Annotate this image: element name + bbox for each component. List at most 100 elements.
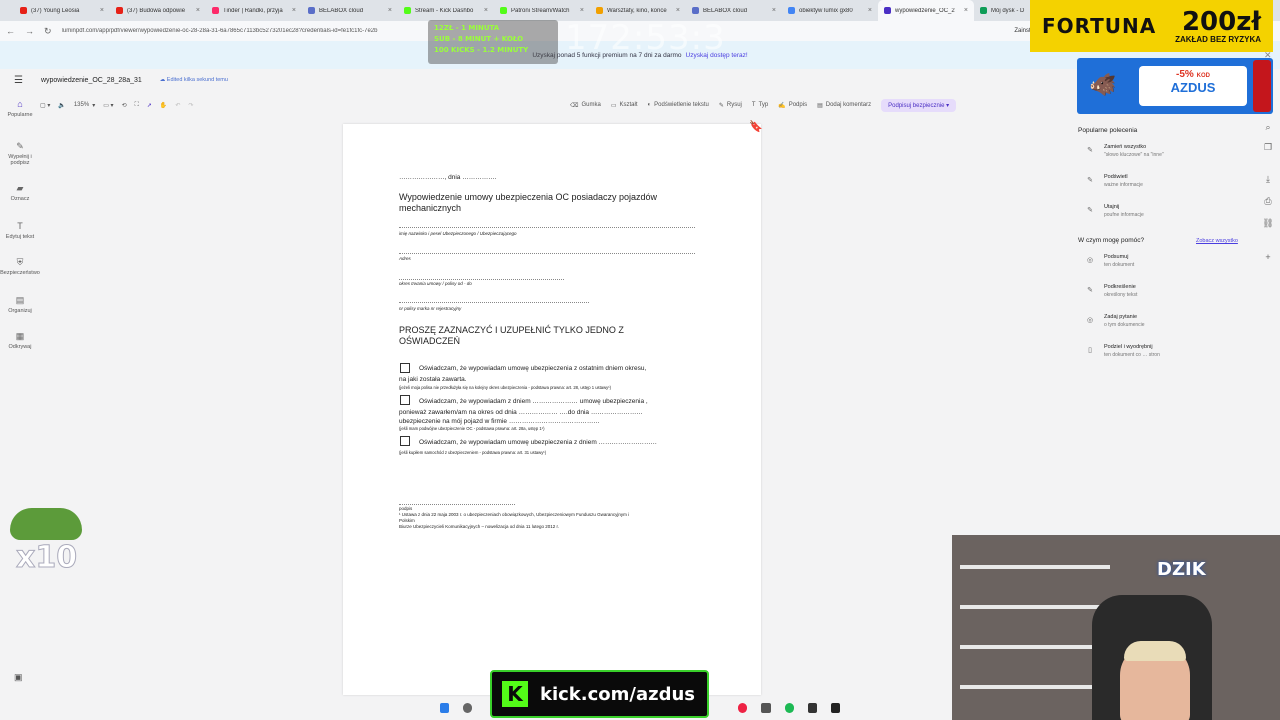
browser-tab[interactable]: BELABOX cloud × xyxy=(302,0,398,21)
sidebar-item[interactable]: ⌂ Popularne xyxy=(0,99,40,118)
option-1-checkbox[interactable] xyxy=(400,363,410,373)
thumbnail-icon[interactable]: ▢ ▾ xyxy=(40,102,50,109)
zoom-select[interactable]: 135% ▾ xyxy=(74,102,95,109)
download-icon[interactable]: ⤓ xyxy=(1262,174,1274,186)
close-icon[interactable]: ✕ xyxy=(1264,50,1272,61)
option-2-text: Oświadczam, że wypowiadam z dniem ………………… xyxy=(419,398,648,405)
search-icon[interactable]: ⌕ xyxy=(1262,122,1274,134)
tab-title: Stream - Kick Dashbo xyxy=(415,7,474,14)
sidebar-item[interactable]: ✎ Wypełnij i podpisz xyxy=(0,141,40,166)
tab-close-icon[interactable]: × xyxy=(484,7,488,14)
back-icon[interactable]: ← xyxy=(6,26,15,36)
undo-icon[interactable]: ↶ xyxy=(175,102,180,109)
footnote-line3: Biurze Ubezpieczycieli Komunikacyjnych –… xyxy=(399,524,560,529)
app-icon[interactable] xyxy=(738,703,748,713)
sidebar-item[interactable]: ⛨ Bezpieczeństwo xyxy=(0,257,40,276)
panel-toggle-icon[interactable]: ▣ xyxy=(14,672,23,683)
browser-tab[interactable]: wypowiedzenie_OC_2 × xyxy=(878,0,974,21)
tab-close-icon[interactable]: × xyxy=(100,7,104,14)
page-icon[interactable]: ▭ ▾ xyxy=(103,102,113,109)
command-card[interactable]: ✎ Zamień wszystko "słowo kluczowe" na "inn… xyxy=(1078,138,1246,164)
tool-5[interactable]: ✍ Podpis xyxy=(778,102,807,109)
command-card[interactable]: ✎ Podkreślenie określony tekst xyxy=(1078,278,1246,304)
tool-label: Gumka xyxy=(581,102,601,108)
tab-close-icon[interactable]: × xyxy=(196,7,200,14)
menu-icon[interactable]: ☰ xyxy=(14,75,23,86)
command-card[interactable]: ▯ Podziel i wyodrębnij ten dokument co … s… xyxy=(1078,338,1246,364)
sidebar-item-label: Odkrywaj xyxy=(8,344,32,350)
app-icon[interactable] xyxy=(830,703,841,713)
tool-0[interactable]: ⌫ Gumka xyxy=(570,102,601,109)
add-icon[interactable]: + xyxy=(1262,252,1274,264)
reload-icon[interactable]: ↻ xyxy=(44,26,52,37)
print-icon[interactable]: ⎙ xyxy=(1262,196,1274,208)
command-title: Zamień wszystko xyxy=(1104,144,1147,150)
signature-line xyxy=(399,504,515,505)
browser-tab[interactable]: Tinder | Randki, przyja × xyxy=(206,0,302,21)
field-label-period: okres trwania umowy / polisy od - do xyxy=(399,281,472,286)
marker-icon: ▰ xyxy=(16,183,24,193)
signature-label: podpis xyxy=(399,506,413,511)
sidebar-item[interactable]: ▦ Odkrywaj xyxy=(0,331,40,350)
bookmark-icon[interactable]: 🔖 xyxy=(749,120,763,133)
tool-1[interactable]: ▭ Kształt xyxy=(611,102,638,109)
sidebar-item-label: Edytuj tekst xyxy=(5,234,35,240)
option-3-checkbox[interactable] xyxy=(400,436,410,446)
command-title: Podświetl xyxy=(1104,174,1128,180)
tool-2[interactable]: ◐ Podświetlenie tekstu xyxy=(648,102,709,108)
tab-close-icon[interactable]: × xyxy=(388,7,392,14)
forward-icon[interactable]: → xyxy=(25,26,34,36)
tab-close-icon[interactable]: × xyxy=(580,7,584,14)
select-tool-icon[interactable]: ➚ xyxy=(147,102,152,109)
redo-icon[interactable]: ↷ xyxy=(188,102,193,109)
browser-tab[interactable]: (37) Young Leosia × xyxy=(14,0,110,21)
browser-tab[interactable]: (37) Budowa odpowie × xyxy=(110,0,206,21)
command-card[interactable]: ✎ Podświetl ważne informacje xyxy=(1078,168,1246,194)
fit-icon[interactable]: ⛶ xyxy=(135,102,139,109)
section-heading-line1: PROSZĘ ZAZNACZYĆ I UZUPEŁNIĆ TYLKO JEDNO… xyxy=(399,325,624,335)
command-card[interactable]: ◎ Podsumuj ten dokument xyxy=(1078,248,1246,274)
tool-icon: ✍ xyxy=(778,102,786,109)
date-line: …………………, dnia ……………. xyxy=(399,174,497,181)
sign-securely-button[interactable]: Podpisuj bezpiecznie ▾ xyxy=(881,98,957,112)
stream-timer: 172:53:3 xyxy=(565,18,726,58)
tool-4[interactable]: T Typ xyxy=(752,102,768,108)
option-2-checkbox[interactable] xyxy=(400,395,410,405)
tool-3[interactable]: ✎ Rysuj xyxy=(719,102,742,109)
sidebar-item[interactable]: ▤ Organizuj xyxy=(0,295,40,314)
spotify-icon[interactable] xyxy=(784,703,794,713)
start-icon[interactable] xyxy=(440,703,450,713)
terminal-icon[interactable] xyxy=(807,703,817,713)
command-icon: ✎ xyxy=(1087,287,1093,294)
tool-6[interactable]: ▤ Dodaj komentarz xyxy=(817,102,871,109)
sidebar-item[interactable]: T Edytuj tekst xyxy=(0,221,40,240)
grid-icon: ▦ xyxy=(15,331,25,341)
option-2-note: (jeśli mam podwójne ubezpieczenie OC - p… xyxy=(399,426,545,431)
link-icon[interactable]: ⛓ xyxy=(1262,218,1274,230)
audio-icon[interactable]: 🔈 xyxy=(58,102,65,109)
hand-tool-icon[interactable]: ✋ xyxy=(160,102,167,109)
command-card[interactable]: ◎ Zadaj pytanie o tym dokumencie xyxy=(1078,308,1246,334)
see-all-link[interactable]: Zobacz wszystko xyxy=(1196,238,1238,244)
command-title: Podziel i wyodrębnij xyxy=(1104,344,1153,350)
command-card[interactable]: ✎ Utajnij poufne informacje xyxy=(1078,198,1246,224)
pen-icon: ✎ xyxy=(16,141,24,151)
browser-tab[interactable]: Stream - Kick Dashbo × xyxy=(398,0,494,21)
command-title: Zadaj pytanie xyxy=(1104,314,1138,320)
tab-close-icon[interactable]: × xyxy=(964,7,968,14)
option-3-note: (jeśli kupiłem samochód z ubezpieczeniem… xyxy=(399,450,547,455)
browser-tab[interactable]: obiektyw lumix gx80 × xyxy=(782,0,878,21)
pdf-page[interactable]: 🔖 …………………, dnia ……………. Wypowiedzenie umo… xyxy=(343,121,763,695)
document-title[interactable]: wypowiedzenie_OC_28_28a_31 xyxy=(41,77,142,84)
sidebar-item[interactable]: ▰ Oznacz xyxy=(0,183,40,202)
copy-icon[interactable]: ❐ xyxy=(1262,142,1274,154)
rotate-icon[interactable]: ⟲ xyxy=(122,102,127,109)
tab-close-icon[interactable]: × xyxy=(292,7,296,14)
tab-close-icon[interactable]: × xyxy=(772,7,776,14)
tab-close-icon[interactable]: × xyxy=(868,7,872,14)
option-2-text-cont2: ubezpieczenie na mój pojazd w firmie ………… xyxy=(399,418,600,425)
tab-close-icon[interactable]: × xyxy=(676,7,680,14)
taskbar-search-icon[interactable] xyxy=(463,703,473,713)
tool-icon: ◐ xyxy=(647,102,652,108)
app-icon[interactable] xyxy=(761,703,771,713)
